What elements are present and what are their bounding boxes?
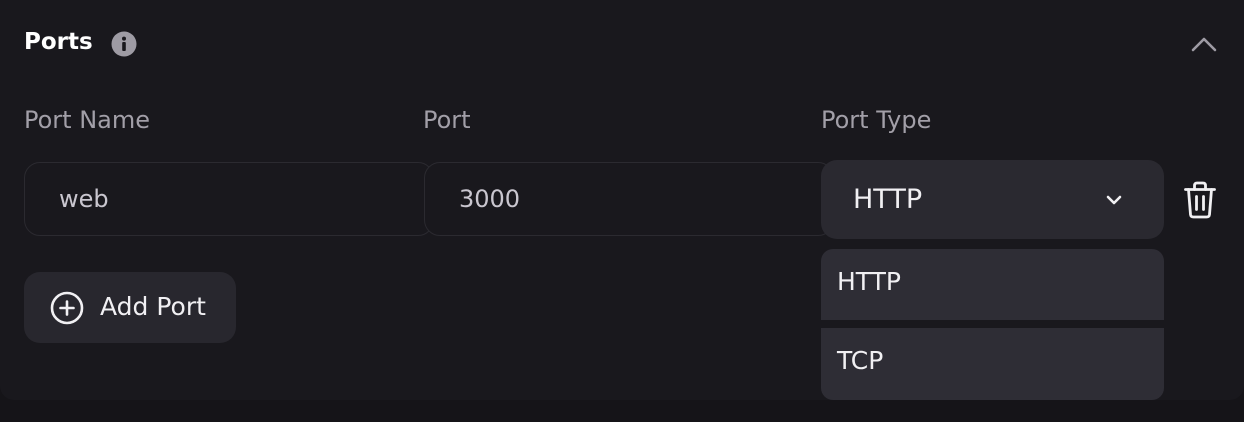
- port-type-label: Port Type: [821, 106, 932, 134]
- info-icon[interactable]: [111, 31, 137, 57]
- plus-circle-icon: [50, 291, 84, 325]
- port-type-select[interactable]: HTTP: [821, 160, 1164, 239]
- dropdown-option-http[interactable]: HTTP: [821, 249, 1164, 320]
- dropdown-option-label: TCP: [837, 346, 884, 375]
- port-name-input[interactable]: [25, 163, 433, 235]
- trash-icon[interactable]: [1183, 181, 1217, 219]
- port-field-wrapper: [424, 162, 834, 236]
- port-input[interactable]: [425, 163, 833, 235]
- port-name-label: Port Name: [24, 106, 151, 134]
- dropdown-option-tcp[interactable]: TCP: [821, 328, 1164, 400]
- port-name-field-wrapper: [24, 162, 434, 236]
- add-port-button[interactable]: Add Port: [24, 272, 236, 343]
- section-title: Ports: [24, 29, 93, 55]
- ports-panel: Ports Port Name Port Port Type HTTP: [0, 0, 1244, 400]
- port-type-selected-value: HTTP: [853, 184, 923, 215]
- add-port-label: Add Port: [100, 292, 206, 321]
- port-label: Port: [423, 106, 471, 134]
- port-type-dropdown: HTTP TCP: [821, 249, 1164, 400]
- chevron-down-icon: [1106, 195, 1122, 205]
- dropdown-option-label: HTTP: [837, 267, 901, 296]
- chevron-up-icon[interactable]: [1186, 28, 1222, 60]
